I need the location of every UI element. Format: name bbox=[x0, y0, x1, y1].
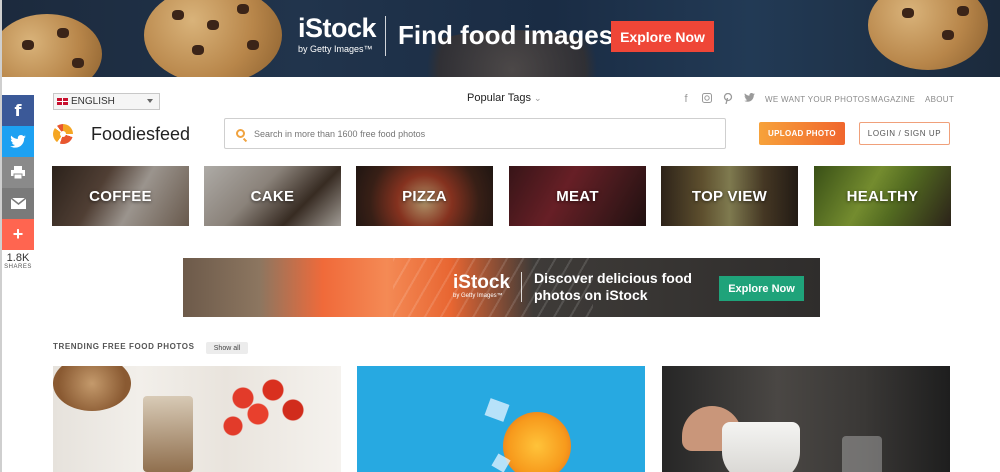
instagram-icon[interactable] bbox=[702, 93, 712, 107]
pinterest-icon[interactable] bbox=[723, 92, 733, 107]
istock-logo-text: iStock bbox=[453, 272, 511, 293]
twitter-icon bbox=[10, 135, 26, 148]
search-bar[interactable] bbox=[224, 118, 726, 149]
nav-link-about[interactable]: ABOUT bbox=[925, 95, 954, 104]
trending-photo-orange[interactable] bbox=[357, 366, 645, 472]
category-tile-pizza[interactable]: PIZZA bbox=[356, 166, 493, 226]
chip bbox=[207, 20, 219, 30]
chip bbox=[172, 10, 184, 20]
nav-link-magazine[interactable]: MAGAZINE bbox=[871, 95, 915, 104]
mid-banner-headline: Discover delicious food photos on iStock bbox=[534, 270, 692, 303]
chip bbox=[902, 8, 914, 18]
popular-tags-label: Popular Tags bbox=[467, 92, 532, 104]
category-label: TOP VIEW bbox=[691, 187, 768, 205]
category-tile-meat[interactable]: MEAT bbox=[509, 166, 646, 226]
category-label: HEALTHY bbox=[846, 187, 919, 205]
facebook-icon[interactable]: f bbox=[681, 93, 691, 107]
category-label: PIZZA bbox=[402, 187, 447, 205]
chip bbox=[942, 30, 954, 40]
istock-logo-sub: by Getty Images™ bbox=[298, 44, 373, 54]
login-signup-button[interactable]: LOGIN / SIGN UP bbox=[859, 122, 950, 145]
cookie-image bbox=[2, 14, 102, 77]
social-links: f bbox=[681, 92, 755, 107]
uk-flag-icon bbox=[57, 98, 68, 105]
banner-explore-button[interactable]: Explore Now bbox=[611, 21, 714, 52]
glass-image bbox=[842, 436, 882, 472]
chip bbox=[192, 45, 204, 55]
tomatoes-image bbox=[213, 366, 313, 446]
chevron-down-icon: ⌄ bbox=[534, 93, 542, 103]
glass-image bbox=[143, 396, 193, 472]
ice-cube-image bbox=[484, 398, 510, 422]
chevron-down-icon bbox=[147, 99, 153, 103]
banner-headline: Find food images bbox=[398, 20, 614, 50]
more-share-button[interactable]: + bbox=[2, 219, 34, 250]
chip bbox=[72, 58, 84, 68]
istock-logo: iStock by Getty Images™ bbox=[453, 272, 511, 300]
search-icon bbox=[236, 129, 245, 138]
nav-link-submit-photos[interactable]: WE WANT YOUR PHOTOS bbox=[765, 95, 870, 104]
show-all-button[interactable]: Show all bbox=[206, 342, 248, 354]
category-tile-top-view[interactable]: TOP VIEW bbox=[661, 166, 798, 226]
chip bbox=[57, 28, 69, 38]
banner-divider bbox=[385, 16, 386, 56]
chip bbox=[237, 4, 249, 14]
cup-image bbox=[722, 422, 800, 472]
plus-icon: + bbox=[12, 224, 24, 244]
language-value: ENGLISH bbox=[71, 96, 115, 107]
chip bbox=[247, 40, 259, 50]
category-tile-cake[interactable]: CAKE bbox=[204, 166, 341, 226]
category-tile-healthy[interactable]: HEALTHY bbox=[814, 166, 951, 226]
site-name[interactable]: Foodiesfeed bbox=[91, 124, 190, 145]
category-tile-coffee[interactable]: COFFEE bbox=[52, 166, 189, 226]
top-ad-banner[interactable]: iStock by Getty Images™ Find food images… bbox=[2, 0, 1000, 77]
cookie-image bbox=[144, 0, 282, 77]
category-label: CAKE bbox=[250, 187, 295, 205]
trending-section-title: TRENDING FREE FOOD PHOTOS bbox=[53, 342, 195, 351]
istock-logo-text: iStock bbox=[298, 13, 377, 43]
search-input[interactable] bbox=[254, 128, 694, 139]
chip bbox=[22, 40, 34, 50]
share-sidebar: f + 1.8K SHARES bbox=[2, 95, 34, 270]
banner-divider bbox=[521, 272, 522, 302]
category-label: COFFEE bbox=[89, 187, 152, 205]
mid-banner-explore-button[interactable]: Explore Now bbox=[719, 276, 804, 301]
trending-photo-drinks[interactable] bbox=[53, 366, 341, 472]
istock-logo: iStock by Getty Images™ bbox=[298, 13, 377, 54]
facebook-share-button[interactable]: f bbox=[2, 95, 34, 126]
orange-slice-image bbox=[503, 412, 571, 472]
popular-tags-dropdown[interactable]: Popular Tags ⌄ bbox=[467, 92, 542, 104]
twitter-share-button[interactable] bbox=[2, 126, 34, 157]
chip bbox=[957, 6, 969, 16]
bowl-image bbox=[53, 366, 131, 411]
facebook-icon: f bbox=[14, 101, 22, 120]
trending-photo-coffee[interactable] bbox=[662, 366, 950, 472]
istock-logo-sub: by Getty Images™ bbox=[453, 293, 503, 299]
share-label: SHARES bbox=[4, 264, 32, 270]
print-share-button[interactable] bbox=[2, 157, 34, 188]
share-count: 1.8K bbox=[6, 252, 30, 264]
foodiesfeed-logo-icon[interactable] bbox=[53, 124, 73, 144]
email-icon bbox=[10, 198, 26, 209]
twitter-icon[interactable] bbox=[744, 93, 755, 107]
language-select[interactable]: ENGLISH bbox=[53, 93, 160, 110]
cookie-image bbox=[868, 0, 988, 70]
upload-photo-button[interactable]: UPLOAD PHOTO bbox=[759, 122, 845, 145]
email-share-button[interactable] bbox=[2, 188, 34, 219]
print-icon bbox=[11, 166, 25, 179]
category-label: MEAT bbox=[556, 187, 599, 205]
